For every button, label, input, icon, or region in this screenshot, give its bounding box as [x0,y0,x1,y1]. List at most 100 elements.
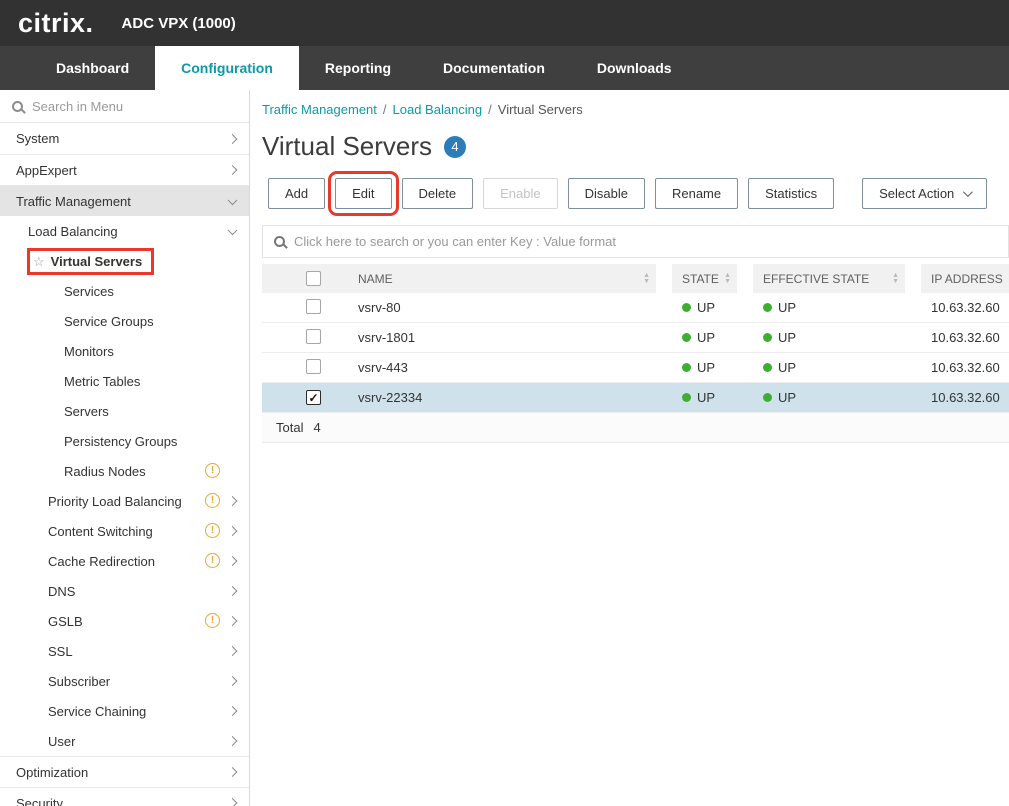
disable-button[interactable]: Disable [568,178,645,209]
sidebar-item-core: ☆Virtual Servers [30,251,151,272]
sort-icon[interactable]: ▲▼ [643,273,650,285]
cell-state: UP [672,300,737,315]
sidebar-item-metric-tables[interactable]: Metric Tables [0,366,249,396]
breadcrumb-traffic-management[interactable]: Traffic Management [262,102,377,117]
sort-icon[interactable]: ▲▼ [724,273,731,285]
row-checkbox[interactable]: ✓ [306,390,321,405]
row-checkbox[interactable] [306,359,321,374]
sidebar-item-traffic-management[interactable]: Traffic Management [0,185,249,216]
sidebar-item-label: AppExpert [16,163,77,178]
effective-state-label: UP [778,360,796,375]
rename-button[interactable]: Rename [655,178,738,209]
tab-reporting[interactable]: Reporting [299,46,417,90]
sidebar-item-service-groups[interactable]: Service Groups [0,306,249,336]
sidebar-item-label: Security [16,796,63,806]
sidebar-item-persistency-groups[interactable]: Persistency Groups [0,426,249,456]
effective-state-label: UP [778,300,796,315]
cell-select: ✓ [262,390,358,406]
sidebar-item-content-switching[interactable]: Content Switching! [0,516,249,546]
search-icon [12,101,23,112]
table-row-vsrv-443[interactable]: vsrv-443UPUP10.63.32.60 [262,353,1009,383]
content-area: Search in Menu System AppExpert Traffic Ma… [0,90,1009,806]
sidebar-item-priority-load-balancing[interactable]: Priority Load Balancing! [0,486,249,516]
sidebar-item-core: Content Switching [48,524,153,539]
chevron-right-icon [228,496,238,506]
table-row-vsrv-22334[interactable]: ✓vsrv-22334UPUP10.63.32.60 [262,383,1009,413]
star-icon: ☆ [33,255,45,268]
chevron-right-icon [228,586,238,596]
chevron-right-icon [228,646,238,656]
cell-effective-state: UP [753,330,905,345]
filter-search-input[interactable]: Click here to search or you can enter Ke… [262,225,1009,258]
sidebar-item-user[interactable]: User [0,726,249,756]
chevron-right-icon [228,706,238,716]
tab-configuration[interactable]: Configuration [155,46,299,90]
cell-name: vsrv-22334 [358,390,656,405]
menu-search-input[interactable]: Search in Menu [0,90,249,123]
state-label: UP [697,390,715,405]
delete-button[interactable]: Delete [402,178,474,209]
tab-documentation[interactable]: Documentation [417,46,571,90]
sidebar-item-services[interactable]: Services [0,276,249,306]
enable-button[interactable]: Enable [483,178,557,209]
menu-items: System AppExpert Traffic Management Load Ba… [0,123,249,806]
sidebar-item-servers[interactable]: Servers [0,396,249,426]
header-column-effective-state[interactable]: EFFECTIVE STATE ▲▼ [753,264,905,293]
table-row-vsrv-1801[interactable]: vsrv-1801UPUP10.63.32.60 [262,323,1009,353]
sidebar-item-service-chaining[interactable]: Service Chaining [0,696,249,726]
breadcrumb-load-balancing[interactable]: Load Balancing [393,102,483,117]
add-button[interactable]: Add [268,178,325,209]
total-value: 4 [313,420,320,435]
select-all-checkbox[interactable] [306,271,321,286]
sidebar-item-core: Service Chaining [48,704,146,719]
table-row-vsrv-80[interactable]: vsrv-80UPUP10.63.32.60 [262,293,1009,323]
sidebar-item-ssl[interactable]: SSL [0,636,249,666]
effective-state-label: UP [778,330,796,345]
header-column-state[interactable]: STATE ▲▼ [672,264,737,293]
sidebar-item-optimization[interactable]: Optimization [0,756,249,787]
row-checkbox[interactable] [306,329,321,344]
up-status-icon [682,303,691,312]
effective-state-label: UP [778,390,796,405]
select-action-dropdown[interactable]: Select Action [862,178,987,209]
sidebar-item-subscriber[interactable]: Subscriber [0,666,249,696]
sidebar-item-virtual-servers[interactable]: ☆Virtual Servers [0,246,249,276]
tab-dashboard[interactable]: Dashboard [30,46,155,90]
sidebar-item-system[interactable]: System [0,123,249,154]
breadcrumb-separator: / [383,102,387,117]
edit-button[interactable]: Edit [335,178,391,209]
sidebar-item-security[interactable]: Security [0,787,249,806]
sidebar-item-label: Cache Redirection [48,554,155,569]
sort-icon[interactable]: ▲▼ [892,273,899,285]
header-column-ip-address[interactable]: IP ADDRESS [921,264,1009,293]
up-status-icon [682,363,691,372]
sidebar-item-gslb[interactable]: GSLB! [0,606,249,636]
sidebar-item-label: Metric Tables [64,374,140,389]
sidebar-item-core: Servers [64,404,109,419]
sidebar-item-core: System [16,131,59,146]
sidebar-item-core: User [48,734,75,749]
sidebar-item-core: Traffic Management [16,194,131,209]
chevron-right-icon [228,526,238,536]
cell-effective-state: UP [753,390,905,405]
sidebar-item-monitors[interactable]: Monitors [0,336,249,366]
sidebar-item-dns[interactable]: DNS [0,576,249,606]
sidebar-item-radius-nodes[interactable]: Radius Nodes! [0,456,249,486]
sidebar-item-core: Security [16,796,63,806]
chevron-right-icon [228,165,238,175]
warning-icon: ! [205,463,220,478]
column-header-label: STATE [682,272,719,286]
sidebar-item-core: Optimization [16,765,88,780]
header-column-name[interactable]: NAME▲▼ [262,264,656,293]
sidebar-item-cache-redirection[interactable]: Cache Redirection! [0,546,249,576]
sidebar-item-load-balancing[interactable]: Load Balancing [0,216,249,246]
main-nav: DashboardConfigurationReportingDocumenta… [0,46,1009,90]
up-status-icon [763,303,772,312]
column-header-label: EFFECTIVE STATE [763,272,869,286]
sidebar-item-label: Services [64,284,114,299]
statistics-button[interactable]: Statistics [748,178,834,209]
sidebar-item-appexpert[interactable]: AppExpert [0,154,249,185]
row-checkbox[interactable] [306,299,321,314]
up-status-icon [763,393,772,402]
tab-downloads[interactable]: Downloads [571,46,698,90]
